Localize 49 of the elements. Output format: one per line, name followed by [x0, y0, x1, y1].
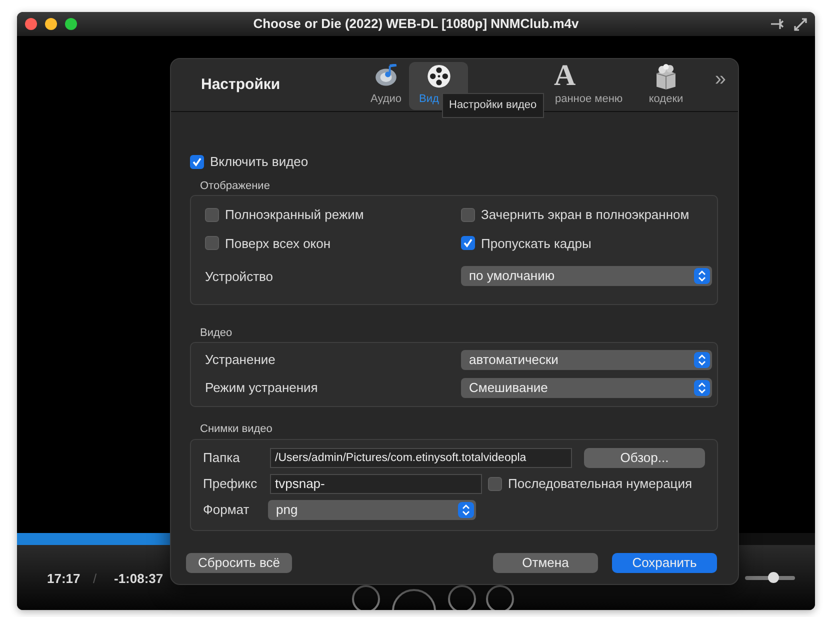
- window-title: Choose or Die (2022) WEB-DL [1080p] NNMClub.m4v: [253, 16, 579, 32]
- dialog-title: Настройки: [200, 74, 282, 95]
- device-dropdown[interactable]: по умолчанию: [461, 266, 712, 286]
- checkbox[interactable]: [461, 208, 475, 222]
- format-dropdown[interactable]: png: [268, 500, 476, 520]
- checkbox-label: Поверх всех окон: [225, 234, 331, 253]
- button[interactable]: Отмена: [493, 553, 598, 573]
- button[interactable]: Сбросить всё: [186, 553, 292, 573]
- folder-field[interactable]: /Users/admin/Pictures/com.etinysoft.totalvideopla: [270, 448, 572, 468]
- section-title: Снимки видео: [199, 422, 274, 437]
- checkbox-label: Пропускать кадры: [481, 234, 592, 253]
- letter-icon: A: [554, 60, 576, 90]
- tooltip: Настройки видео: [442, 93, 544, 118]
- section-title: Отображение: [199, 178, 271, 194]
- pin-icon[interactable]: [770, 18, 784, 30]
- close-button[interactable]: [25, 18, 37, 30]
- field-label: Устройство: [205, 268, 274, 286]
- checkbox-label: Последовательная нумерация: [508, 474, 692, 493]
- separator: /: [93, 570, 97, 588]
- checkbox[interactable]: [461, 236, 475, 250]
- checkbox[interactable]: [190, 154, 204, 169]
- checkbox-label: Включить видео: [210, 153, 308, 171]
- checkbox-label: Зачернить экран в полноэкранном: [481, 206, 690, 224]
- checkbox[interactable]: [205, 236, 219, 250]
- tab[interactable]: A ранное меню: [554, 62, 629, 110]
- volume-thumb[interactable]: [768, 572, 778, 583]
- checkbox[interactable]: [205, 208, 219, 222]
- tab[interactable]: Аудио: [363, 62, 409, 110]
- dropdown[interactable]: Смешивание: [461, 378, 712, 398]
- prefix-field[interactable]: tvpsnap-: [270, 474, 482, 494]
- field-label: Формат: [203, 500, 250, 519]
- browse-button[interactable]: Обзор...: [584, 448, 705, 468]
- fullscreen-icon[interactable]: [794, 18, 807, 30]
- field-label: Папка: [203, 448, 241, 467]
- film-reel-icon: [426, 64, 452, 90]
- field-label: Устранение: [205, 351, 276, 370]
- minimize-button[interactable]: [45, 18, 57, 30]
- checkbox-label: Полноэкранный режим: [225, 206, 364, 224]
- section-title: Видео: [199, 326, 234, 340]
- field-label: Режим устранения: [205, 379, 319, 398]
- checkbox[interactable]: [488, 476, 502, 490]
- dropdown[interactable]: автоматически: [461, 350, 712, 370]
- button[interactable]: Сохранить: [612, 553, 717, 573]
- remaining-time: -1:08:37: [114, 570, 164, 588]
- tab[interactable]: кодеки: [637, 62, 695, 110]
- zoom-button[interactable]: [65, 18, 77, 30]
- elapsed-time: 17:17: [47, 570, 80, 588]
- field-label: Префикс: [203, 474, 258, 493]
- more-button[interactable]: »: [714, 69, 726, 89]
